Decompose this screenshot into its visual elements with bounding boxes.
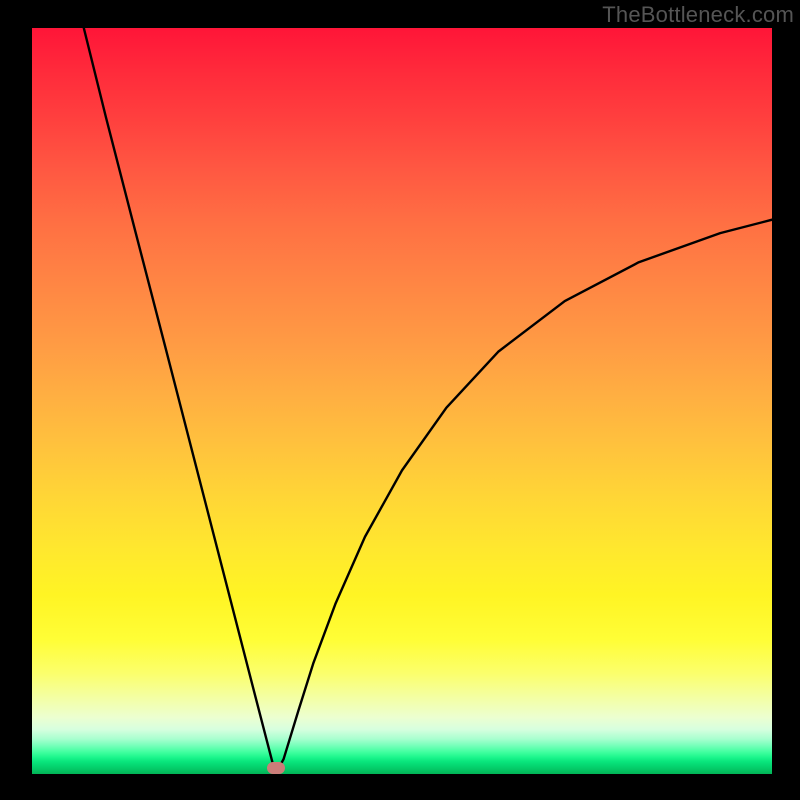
watermark-text: TheBottleneck.com bbox=[602, 2, 794, 28]
plot-area bbox=[32, 28, 772, 774]
chart-container: TheBottleneck.com bbox=[0, 0, 800, 800]
curve-svg bbox=[32, 28, 772, 774]
bottleneck-curve bbox=[84, 28, 772, 774]
minimum-marker bbox=[267, 762, 285, 774]
